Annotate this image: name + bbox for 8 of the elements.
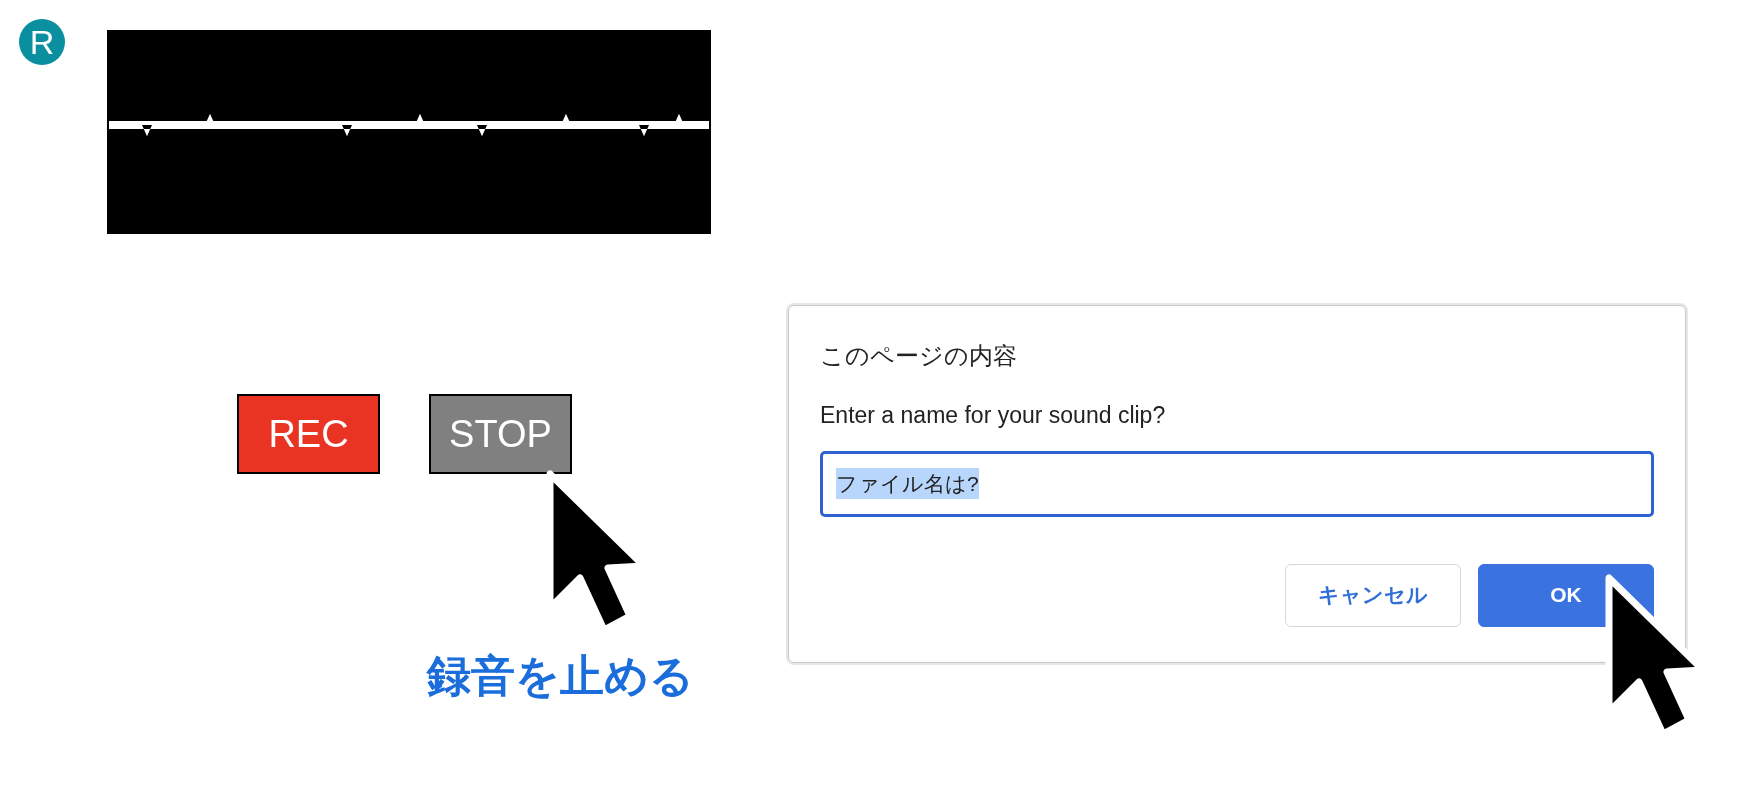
caption: 録音を止める bbox=[427, 652, 695, 701]
cancel-button[interactable]: キャンセル bbox=[1285, 563, 1461, 627]
stop-button[interactable]: STOP bbox=[429, 394, 572, 474]
logo: R bbox=[19, 19, 65, 65]
record-button[interactable]: REC bbox=[237, 394, 380, 474]
dialog-title: このページの内容 bbox=[820, 341, 1018, 371]
dialog-message: Enter a name for your sound clip? bbox=[820, 401, 1167, 430]
input-field[interactable]: ファイル名は? bbox=[820, 450, 1654, 517]
